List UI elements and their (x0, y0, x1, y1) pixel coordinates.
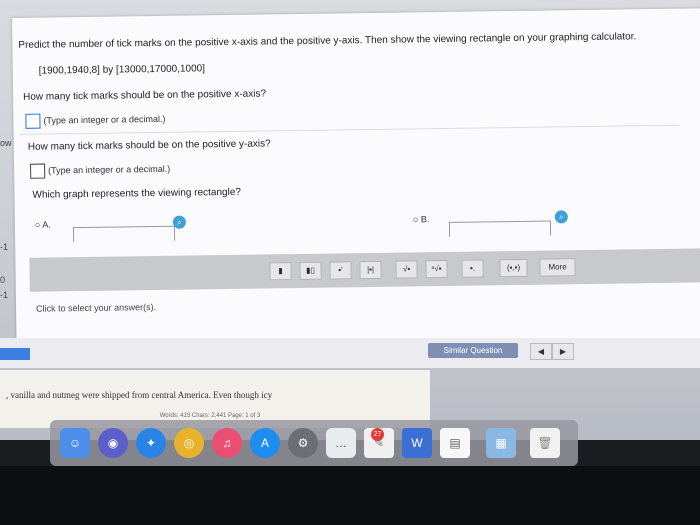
safari-icon[interactable]: ✦ (136, 428, 166, 458)
similar-question-button[interactable]: Similar Question (428, 343, 518, 358)
viewing-window: [1900,1940,8] by [13000,17000,1000] (38, 63, 206, 77)
click-instruction: Click to select your answer(s). (35, 302, 157, 314)
x-axis-question: How many tick marks should be on the pos… (23, 88, 267, 103)
document-icon[interactable]: ▤ (440, 428, 470, 458)
option-b-graph[interactable] (448, 220, 552, 237)
decimal-button[interactable]: ▪. (461, 259, 484, 278)
left-label-0: 0 (0, 275, 6, 285)
option-a-label: A. (42, 219, 51, 230)
bottom-bar (0, 338, 700, 368)
y-axis-answer-input[interactable] (30, 163, 46, 179)
trash-icon[interactable]: 🗑 (530, 428, 560, 458)
chrome-icon[interactable]: ◎ (174, 428, 204, 458)
document-status: Words: 415 Chars: 2,441 Page: 1 of 3 (159, 413, 261, 419)
screen: ow -1 0 -1 Predict the number of tick ma… (0, 0, 700, 525)
x-axis-answer-input[interactable] (25, 113, 41, 129)
y-axis-question: How many tick marks should be on the pos… (27, 138, 271, 153)
math-toolbar: ▮ ▮▯ ▪' |▪| √▪ ⁿ√▪ ▪. (▪,▪) More (29, 248, 700, 292)
previous-icon[interactable]: ◀ (530, 343, 552, 360)
option-a[interactable]: ○ A. (35, 219, 51, 229)
finder-icon[interactable]: ☺ (60, 428, 90, 458)
option-a-graph[interactable] (72, 225, 176, 243)
x-axis-hint: (Type an integer or a decimal.) (43, 113, 166, 126)
notification-badge: 27 (371, 428, 384, 441)
option-b-label: B. (420, 214, 430, 225)
question-prompt: Predict the number of tick marks on the … (18, 31, 637, 51)
exponent-button[interactable]: ▪' (329, 261, 352, 280)
system-preferences-icon[interactable]: ⚙ (288, 428, 318, 458)
word-icon[interactable]: W (402, 428, 432, 458)
left-label-neg1: -1 (0, 242, 9, 252)
dock: ☺ ◉ ✦ ◎ ♫ A ⚙ … ✎ W ▤ ▦ 🗑 (50, 420, 578, 466)
graph-question: Which graph represents the viewing recta… (32, 186, 241, 201)
option-a-zoom-icon[interactable]: ⌕ (172, 215, 186, 229)
siri-icon[interactable]: ◉ (98, 428, 128, 458)
progress-indicator (0, 348, 30, 360)
music-icon[interactable]: ♫ (212, 428, 242, 458)
mixed-number-button[interactable]: ▮▯ (299, 261, 322, 281)
fraction-button[interactable]: ▮ (269, 262, 292, 281)
app-store-icon[interactable]: A (250, 428, 280, 458)
more-button[interactable]: More (539, 258, 576, 277)
next-icon[interactable]: ▶ (552, 343, 574, 360)
preview-icon[interactable]: ▦ (486, 428, 516, 458)
left-label-ow: ow (0, 138, 12, 148)
document-text: , vanilla and nutmeg were shipped from c… (6, 390, 273, 400)
messages-icon[interactable]: … (326, 428, 356, 458)
nth-root-button[interactable]: ⁿ√▪ (425, 259, 448, 279)
y-axis-hint: (Type an integer or a decimal.) (48, 163, 171, 176)
divider (19, 124, 680, 135)
monitor-bezel (0, 466, 700, 525)
option-b[interactable]: ○ B. (413, 214, 430, 224)
question-panel: Predict the number of tick marks on the … (12, 8, 700, 348)
option-b-zoom-icon[interactable]: ⌕ (554, 210, 568, 224)
absolute-value-button[interactable]: |▪| (359, 260, 382, 280)
sqrt-button[interactable]: √▪ (395, 260, 418, 279)
left-label-neg1b: -1 (0, 290, 9, 300)
interval-button[interactable]: (▪,▪) (499, 258, 528, 278)
